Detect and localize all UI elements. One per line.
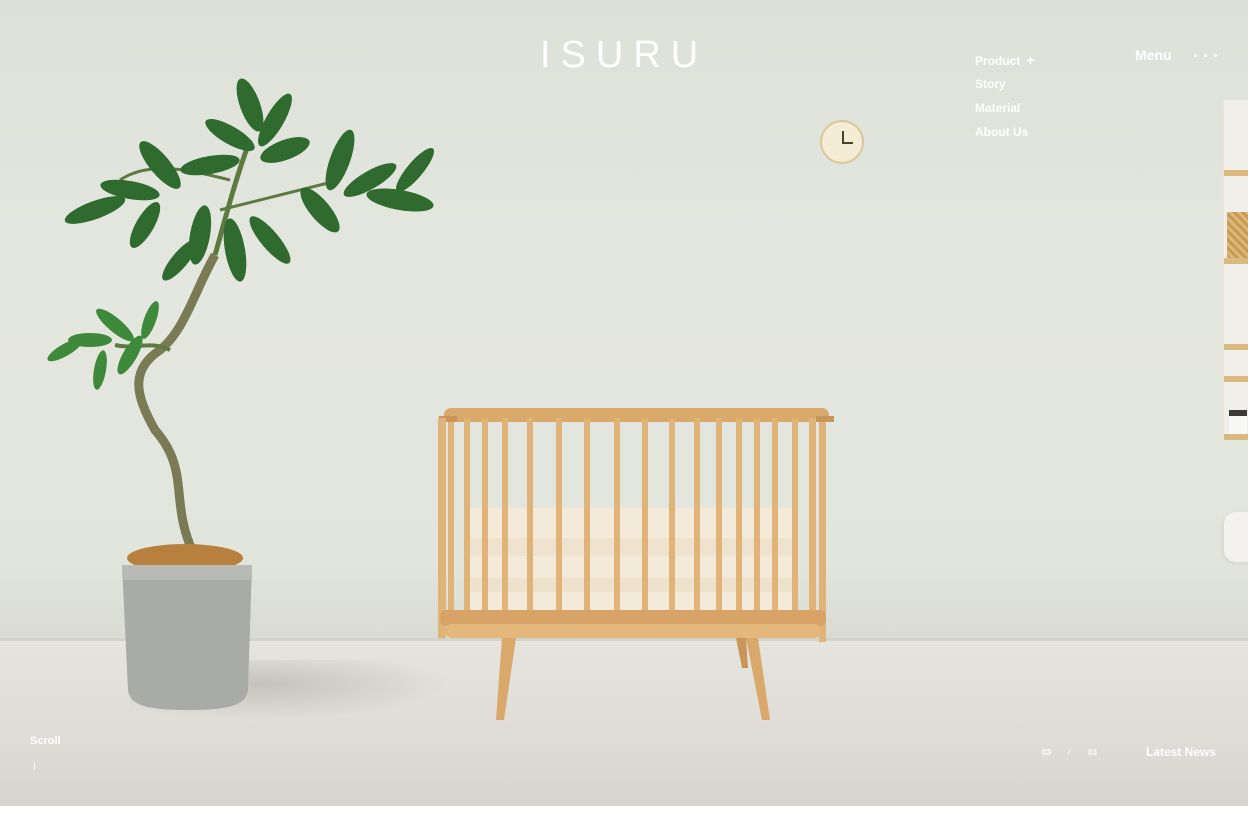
slide-current: 03: [1042, 748, 1051, 757]
slide-separator: /: [1068, 748, 1071, 757]
shelf-board: [1224, 258, 1248, 264]
shelf-board: [1224, 344, 1248, 350]
dot: [1214, 54, 1217, 57]
latest-news-link[interactable]: Latest News: [1146, 744, 1216, 760]
dot: [1204, 54, 1207, 57]
slide-total: 03: [1088, 748, 1097, 757]
brand-logo[interactable]: ISURU: [540, 30, 708, 80]
sofa-arm: [1224, 512, 1248, 562]
slide-pager: 03 / 03: [1040, 746, 1104, 760]
more-dots-icon[interactable]: [1194, 54, 1218, 58]
nav-item-about-us[interactable]: About Us: [975, 120, 1095, 144]
menu-label: Menu: [1135, 47, 1172, 63]
plus-icon: +: [1026, 52, 1035, 68]
scroll-indicator-line: [34, 762, 35, 770]
nav-item-label: Product: [975, 54, 1021, 68]
scroll-indicator-label[interactable]: Scroll: [30, 733, 61, 749]
primary-nav: Product + Story Material About Us: [975, 48, 1095, 144]
shelf-board: [1224, 376, 1248, 382]
nav-item-material[interactable]: Material: [975, 96, 1095, 120]
wicker-basket: [1227, 212, 1248, 258]
wall-clock: [820, 120, 864, 164]
clock-hour-hand: [842, 142, 853, 144]
shelf-board: [1224, 434, 1248, 440]
wooden-shelf: [1222, 100, 1248, 440]
nav-item-product[interactable]: Product +: [975, 48, 1095, 72]
shelf-board: [1224, 170, 1248, 176]
dot: [1194, 54, 1197, 57]
nav-item-story[interactable]: Story: [975, 72, 1095, 96]
wooden-crib: [438, 408, 834, 720]
